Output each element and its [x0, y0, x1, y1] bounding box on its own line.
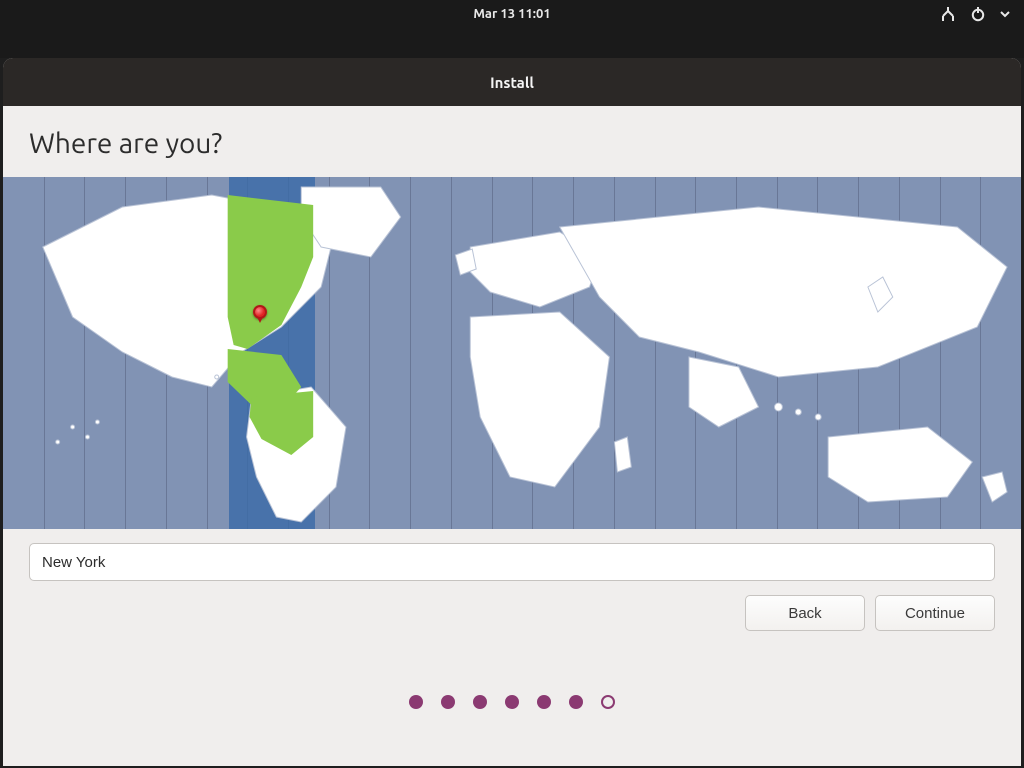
installer-content: Where are you? — [3, 106, 1021, 766]
step-dot — [441, 695, 455, 709]
continue-button[interactable]: Continue — [875, 595, 995, 631]
step-dot — [537, 695, 551, 709]
world-map-svg — [3, 177, 1021, 529]
step-dot-current — [601, 695, 615, 709]
system-tray — [940, 0, 1010, 28]
desktop-gap — [0, 28, 1024, 58]
back-button[interactable]: Back — [745, 595, 865, 631]
chevron-down-icon[interactable] — [1000, 9, 1010, 19]
location-field-row — [3, 529, 1021, 581]
step-dot — [473, 695, 487, 709]
clock-label: Mar 13 11:01 — [473, 7, 550, 21]
step-dot — [505, 695, 519, 709]
progress-dots — [3, 631, 1021, 709]
page-heading: Where are you? — [3, 106, 1021, 177]
location-pin — [253, 305, 267, 319]
timezone-map[interactable] — [3, 177, 1021, 529]
power-icon[interactable] — [970, 6, 986, 22]
window-titlebar: Install — [3, 58, 1021, 106]
installer-window: Install Where are you? — [3, 58, 1021, 766]
location-input[interactable] — [29, 543, 995, 581]
step-dot — [569, 695, 583, 709]
system-top-bar: Mar 13 11:01 — [0, 0, 1024, 28]
nav-button-row: Back Continue — [3, 581, 1021, 631]
network-icon[interactable] — [940, 6, 956, 22]
step-dot — [409, 695, 423, 709]
window-title: Install — [490, 74, 534, 91]
